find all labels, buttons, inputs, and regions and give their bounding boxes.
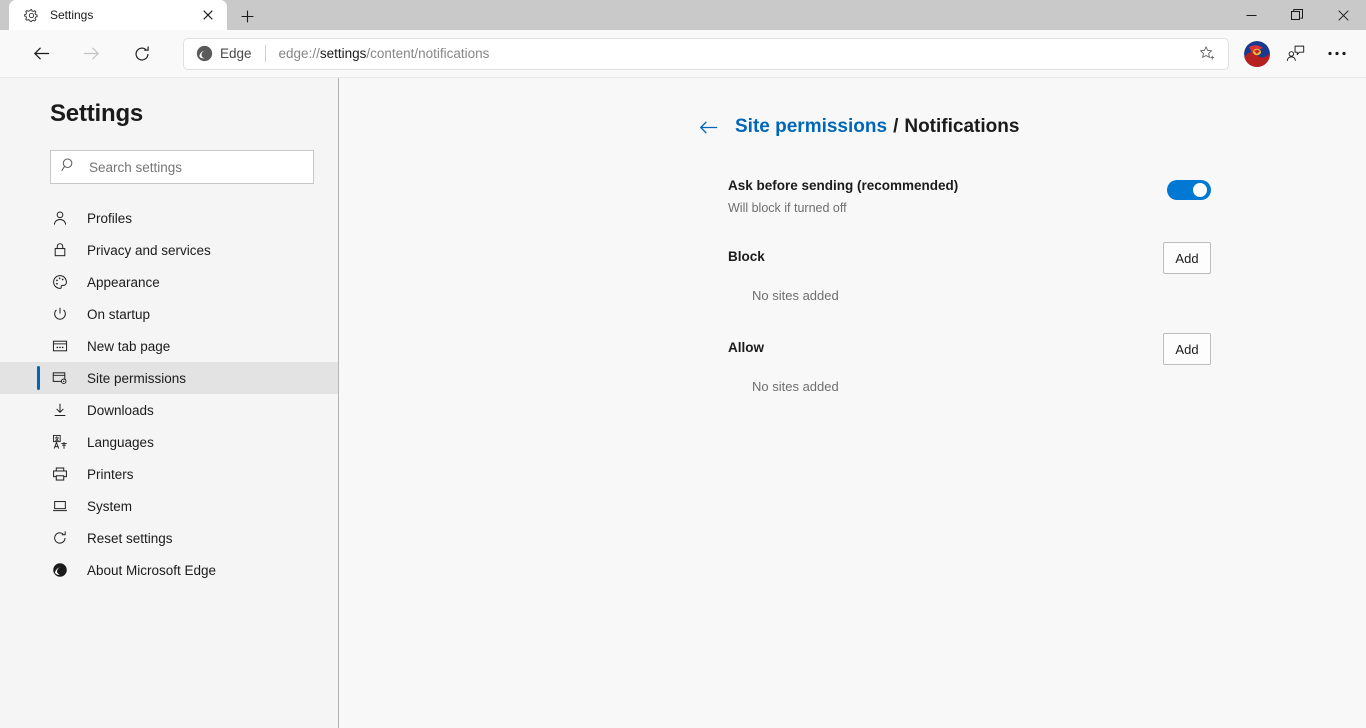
breadcrumb-separator: / (893, 116, 899, 137)
download-icon (50, 402, 70, 418)
settings-content: Site permissions / Notifications Ask bef… (339, 78, 1366, 728)
ask-before-sending-title: Ask before sending (recommended) (728, 178, 959, 193)
sidebar-item-site-permissions[interactable]: Site permissions (0, 362, 338, 394)
address-bar[interactable]: Edge edge://settings/content/notificatio… (184, 38, 1228, 69)
url-prefix: edge:// (278, 46, 320, 61)
allow-section-header: Allow Add (728, 333, 1211, 365)
power-icon (50, 306, 70, 322)
sidebar-item-label: Downloads (87, 402, 154, 418)
block-add-button[interactable]: Add (1163, 242, 1211, 274)
settings-rows: Ask before sending (recommended) Will bl… (728, 178, 1211, 394)
block-section-header: Block Add (728, 242, 1211, 274)
gear-icon (23, 7, 39, 23)
block-section: Block Add No sites added (728, 242, 1211, 303)
breadcrumb: Site permissions / Notifications (699, 116, 1366, 138)
languages-icon (50, 434, 70, 450)
allow-empty-text: No sites added (752, 379, 839, 394)
block-section-title: Block (728, 249, 765, 264)
allow-add-button[interactable]: Add (1163, 333, 1211, 365)
edge-logo-icon (196, 45, 213, 62)
allow-section-title: Allow (728, 340, 764, 355)
search-icon (61, 157, 77, 178)
search-settings-input[interactable]: Search settings (50, 150, 314, 184)
restore-button[interactable] (1274, 0, 1320, 30)
person-icon (50, 210, 70, 226)
sidebar-item-printers[interactable]: Printers (0, 458, 338, 490)
sidebar-item-label: Profiles (87, 210, 133, 226)
reset-icon (50, 530, 70, 546)
search-placeholder: Search settings (89, 159, 183, 175)
page-title: Settings (50, 100, 144, 127)
sidebar-item-label: Privacy and services (87, 242, 211, 258)
edge-logo-icon (50, 562, 70, 578)
reload-button[interactable] (125, 37, 159, 71)
block-empty-text: No sites added (752, 288, 839, 303)
address-bar-url: edge://settings/content/notifications (279, 46, 1192, 61)
url-emphasis: settings (319, 46, 367, 61)
ask-before-sending-text: Ask before sending (recommended) Will bl… (728, 178, 958, 215)
palette-icon (50, 274, 70, 290)
sidebar-item-privacy-and-services[interactable]: Privacy and services (0, 234, 338, 266)
toolbar-right-actions (1238, 37, 1354, 71)
back-arrow-icon[interactable] (699, 120, 718, 135)
printer-icon (50, 466, 70, 482)
settings-nav-list: Profiles Privacy and services Appearance… (0, 202, 338, 586)
sidebar-item-label: About Microsoft Edge (87, 562, 217, 578)
sidebar-item-label: Reset settings (87, 530, 173, 546)
ask-before-sending-toggle[interactable] (1167, 180, 1211, 200)
browser-toolbar: Edge edge://settings/content/notificatio… (0, 30, 1366, 78)
tab-title: Settings (50, 8, 94, 22)
breadcrumb-current: Notifications (904, 116, 1020, 137)
star-add-icon[interactable] (1192, 39, 1222, 69)
sidebar-item-label: Site permissions (87, 370, 187, 386)
new-tab-button[interactable] (232, 2, 262, 30)
toggle-knob (1193, 183, 1207, 197)
sidebar-item-profiles[interactable]: Profiles (0, 202, 338, 234)
sidebar-item-about-microsoft-edge[interactable]: About Microsoft Edge (0, 554, 338, 586)
settings-sidebar: Settings Search settings Profiles Privac… (0, 78, 339, 728)
sidebar-item-label: Printers (87, 466, 134, 482)
more-ellipsis-icon[interactable] (1320, 37, 1354, 71)
sidebar-item-appearance[interactable]: Appearance (0, 266, 338, 298)
sidebar-item-on-startup[interactable]: On startup (0, 298, 338, 330)
omnibox-divider (264, 45, 266, 62)
close-icon[interactable] (197, 4, 219, 26)
browser-tab-settings[interactable]: Settings (9, 0, 227, 30)
new-tab-page-icon (50, 338, 70, 354)
sidebar-item-languages[interactable]: Languages (0, 426, 338, 458)
profile-avatar[interactable] (1244, 40, 1270, 67)
allow-section: Allow Add No sites added (728, 333, 1211, 394)
laptop-icon (50, 498, 70, 514)
forward-button (74, 37, 108, 71)
sidebar-item-label: On startup (87, 306, 151, 322)
edge-badge-label: Edge (220, 46, 252, 61)
url-suffix: /content/notifications (366, 46, 490, 61)
title-bar: Settings (0, 0, 1366, 30)
sidebar-item-label: Appearance (87, 274, 160, 290)
settings-page: Settings Search settings Profiles Privac… (0, 78, 1366, 728)
sidebar-item-label: New tab page (87, 338, 171, 354)
ask-before-sending-subtitle: Will block if turned off (728, 201, 847, 215)
sidebar-item-reset-settings[interactable]: Reset settings (0, 522, 338, 554)
sidebar-item-label: System (87, 498, 133, 514)
lock-icon (50, 242, 70, 258)
breadcrumb-parent-link[interactable]: Site permissions (735, 116, 887, 138)
back-button[interactable] (24, 37, 58, 71)
site-permissions-icon (50, 370, 70, 386)
sidebar-item-system[interactable]: System (0, 490, 338, 522)
sidebar-item-downloads[interactable]: Downloads (0, 394, 338, 426)
sidebar-item-new-tab-page[interactable]: New tab page (0, 330, 338, 362)
window-controls (1228, 0, 1366, 30)
sidebar-item-label: Languages (87, 434, 154, 450)
ask-before-sending-row: Ask before sending (recommended) Will bl… (728, 178, 1211, 215)
person-feedback-icon[interactable] (1278, 37, 1312, 71)
minimize-button[interactable] (1228, 0, 1274, 30)
close-window-button[interactable] (1320, 0, 1366, 30)
